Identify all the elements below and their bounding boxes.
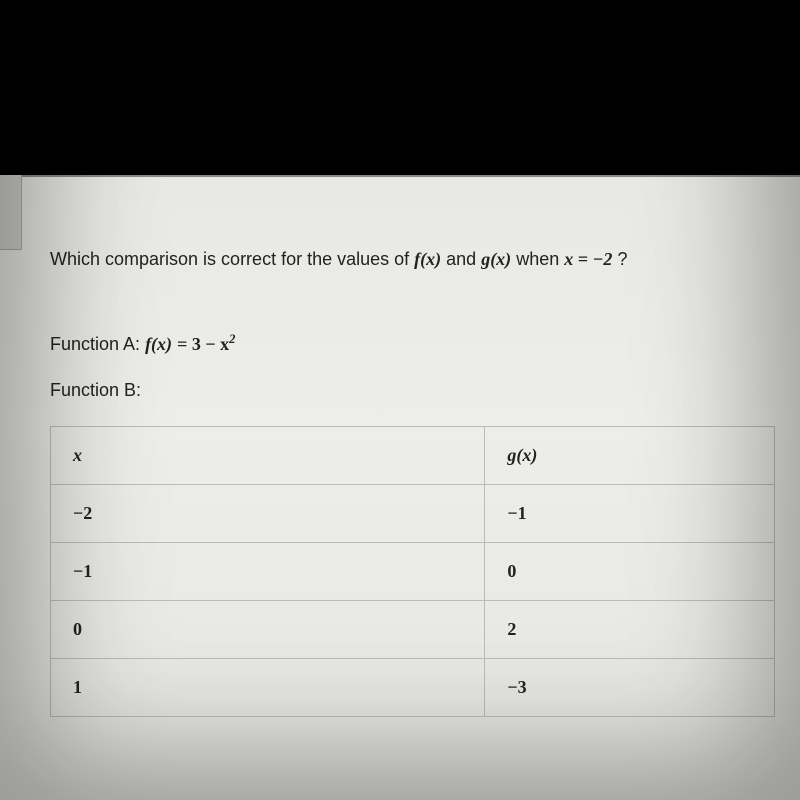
question-mid1: and (446, 249, 481, 269)
table-row: −1 0 (51, 543, 775, 601)
header-x: x (51, 427, 485, 485)
cell-x: −1 (51, 543, 485, 601)
table-header-row: x g(x) (51, 427, 775, 485)
cell-x: 1 (51, 659, 485, 717)
cell-gx: 2 (485, 601, 775, 659)
gx-symbol: g(x) (481, 249, 511, 269)
function-a-rhs: 3 − x (192, 334, 229, 354)
cell-x: −2 (51, 485, 485, 543)
function-a-lhs: f(x) (145, 334, 172, 354)
left-tab (0, 175, 22, 250)
question-panel: Which comparison is correct for the valu… (0, 175, 800, 800)
function-b-label: Function B: (50, 380, 775, 401)
x-equals: x = −2 (564, 249, 612, 269)
cell-gx: 0 (485, 543, 775, 601)
table-row: 0 2 (51, 601, 775, 659)
cell-gx: −1 (485, 485, 775, 543)
table-row: 1 −3 (51, 659, 775, 717)
question-mid2: when (516, 249, 564, 269)
function-a-row: Function A: f(x) = 3 − x2 (50, 332, 775, 355)
question-prefix: Which comparison is correct for the valu… (50, 249, 414, 269)
function-b-table: x g(x) −2 −1 −1 0 0 2 1 −3 (50, 426, 775, 717)
function-a-exp: 2 (229, 332, 235, 346)
function-a-label: Function A: (50, 334, 145, 354)
question-suffix: ? (617, 249, 627, 269)
fx-symbol: f(x) (414, 249, 441, 269)
table-row: −2 −1 (51, 485, 775, 543)
cell-gx: −3 (485, 659, 775, 717)
header-gx: g(x) (485, 427, 775, 485)
question-text: Which comparison is correct for the valu… (50, 247, 775, 272)
cell-x: 0 (51, 601, 485, 659)
function-a-eq: = (177, 334, 192, 354)
